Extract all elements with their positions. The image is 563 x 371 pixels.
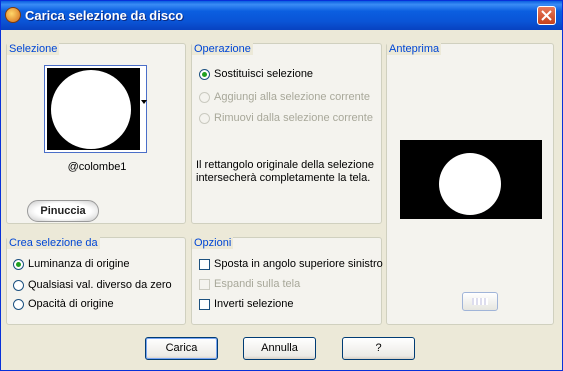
opzioni-group: Opzioni Sposta in angolo superiore sinis… [191,237,383,325]
selection-thumbnail-dropdown[interactable] [44,65,147,153]
crea-selezione-group-title: Crea selezione da [7,237,100,249]
crea-selezione-group: Crea selezione da Luminanza di origine Q… [6,237,186,325]
checkbox-label: Inverti selezione [214,298,294,310]
anteprima-group: Anteprima [386,43,554,325]
radio-sostituisci-selezione[interactable]: Sostituisci selezione [199,68,313,80]
dialog-window: Carica selezione da disco Selezione @col… [0,0,563,371]
selection-thumbnail [47,68,140,150]
preview-toggle-button[interactable] [462,292,498,311]
selezione-group-title: Selezione [7,43,60,55]
close-button[interactable] [537,6,556,25]
radio-label: Aggiungi alla selezione corrente [214,91,370,103]
chevron-down-icon [141,100,147,104]
radio-label: Rimuovi dalla selezione corrente [214,112,373,124]
window-title: Carica selezione da disco [25,8,184,23]
carica-button[interactable]: Carica [145,337,218,360]
checkbox-sposta-angolo[interactable]: Sposta in angolo superiore sinistro [199,258,383,270]
radio-indicator [13,258,24,270]
checkbox-label: Espandi sulla tela [214,278,301,290]
close-icon [541,10,552,21]
opzioni-group-title: Opzioni [192,237,234,249]
title-bar[interactable]: Carica selezione da disco [1,1,562,30]
radio-qualsiasi-valore[interactable]: Qualsiasi val. diverso da zero [13,279,172,291]
help-button[interactable]: ? [342,337,415,360]
checkbox-indicator [199,258,210,270]
radio-label: Qualsiasi val. diverso da zero [28,279,172,291]
info-line-1: Il rettangolo originale della selezione [196,159,374,171]
checkbox-indicator [199,298,210,310]
selection-name: @colombe1 [67,161,127,173]
preview-image [400,140,542,219]
radio-label: Opacità di origine [28,298,114,310]
checkbox-espandi-tela[interactable]: Espandi sulla tela [199,278,300,290]
radio-indicator [13,279,24,291]
radio-indicator [199,68,210,80]
info-line-2: intersecherà completamente la tela. [196,172,371,184]
selezione-group: Selezione @colombe1 Pinuccia [6,43,186,224]
radio-rimuovi-selezione[interactable]: Rimuovi dalla selezione corrente [199,112,373,124]
preview-icon [472,298,488,305]
anteprima-group-title: Anteprima [387,43,442,55]
radio-indicator [199,112,210,124]
radio-indicator [13,298,24,310]
operazione-info-text: Il rettangolo originale della selezione … [196,159,376,185]
radio-label: Sostituisci selezione [214,68,314,80]
operazione-group: Operazione Sostituisci selezione Aggiung… [191,43,382,224]
pinuccia-logo: Pinuccia [27,200,99,222]
radio-luminanza-origine[interactable]: Luminanza di origine [13,258,130,270]
app-icon [5,7,21,23]
annulla-button[interactable]: Annulla [243,337,316,360]
checkbox-indicator [199,278,210,290]
radio-aggiungi-selezione[interactable]: Aggiungi alla selezione corrente [199,91,370,103]
operazione-group-title: Operazione [192,43,253,55]
radio-opacita-origine[interactable]: Opacità di origine [13,298,114,310]
radio-indicator [199,91,210,103]
checkbox-inverti-selezione[interactable]: Inverti selezione [199,298,294,310]
radio-label: Luminanza di origine [28,258,130,270]
checkbox-label: Sposta in angolo superiore sinistro [214,258,383,270]
